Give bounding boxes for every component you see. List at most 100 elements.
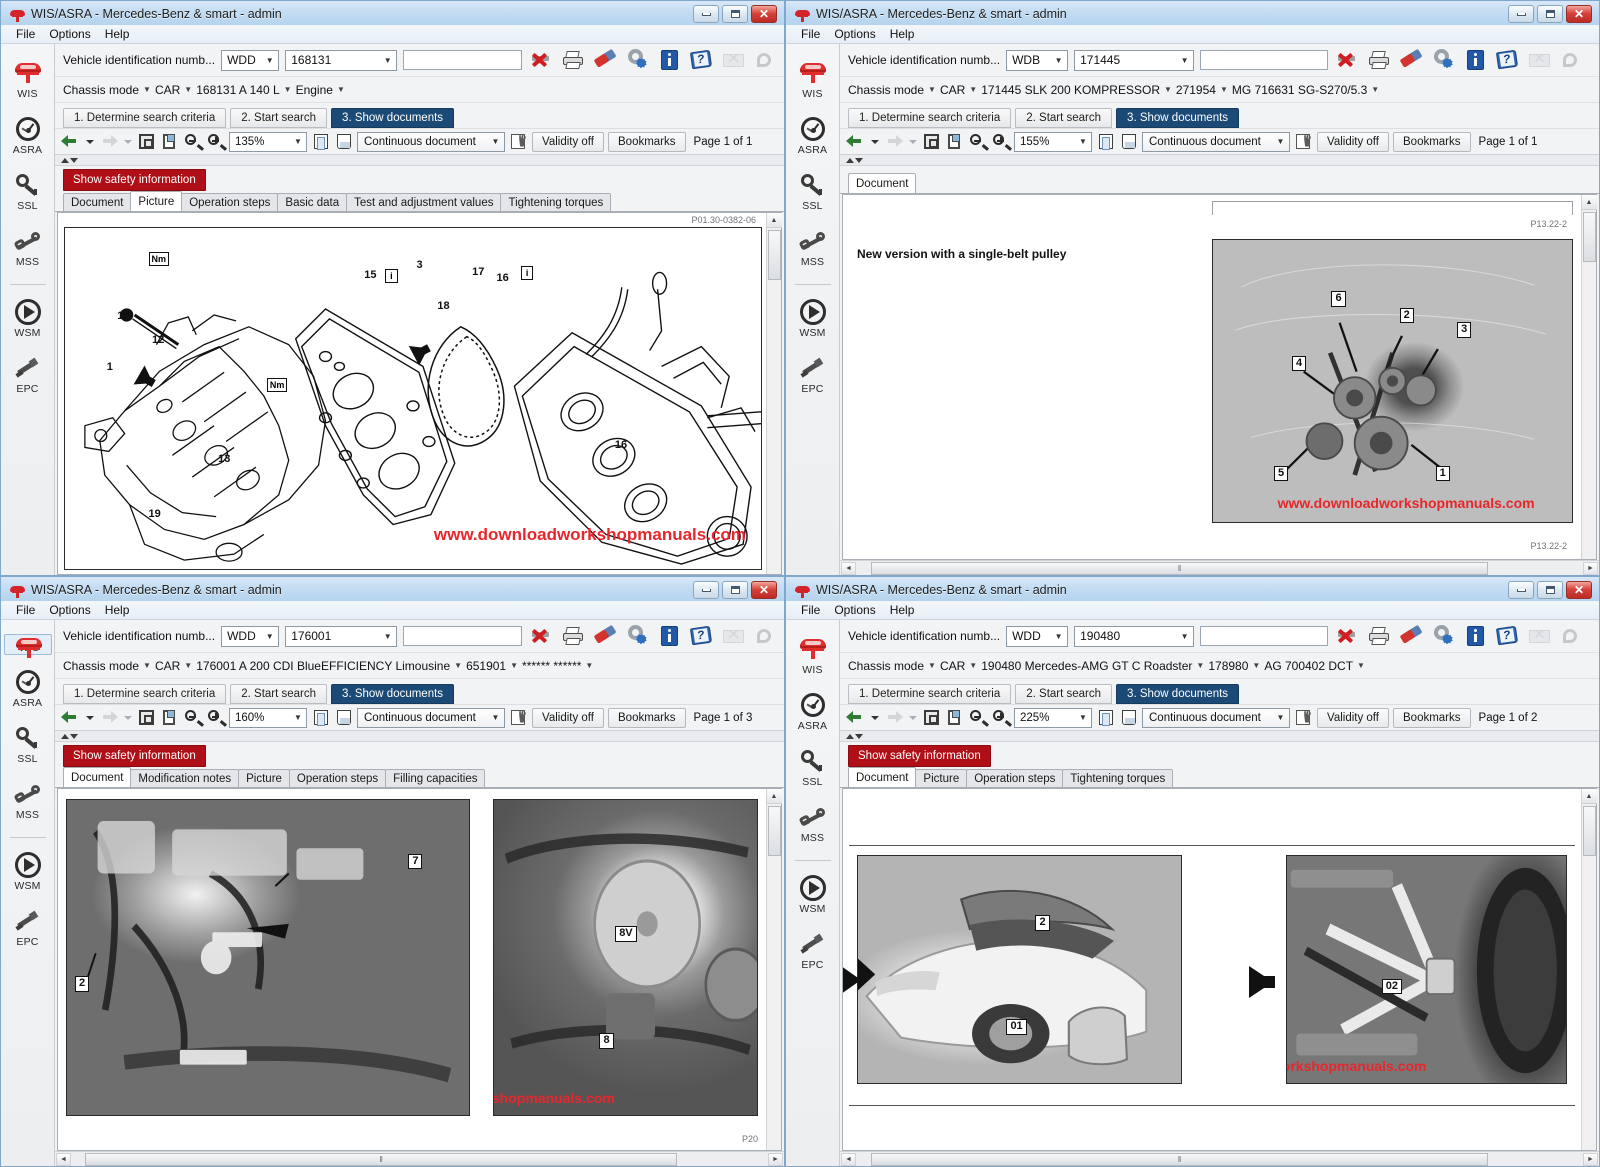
tab-operation-steps[interactable]: Operation steps [966,769,1064,787]
maximize-button[interactable] [1537,581,1563,599]
menu-file[interactable]: File [9,602,42,618]
single-page-icon[interactable] [1096,708,1115,727]
step-determine-search-criteria[interactable]: 1. Determine search criteria [63,684,227,704]
help-icon[interactable]: ? [688,47,714,73]
document-canvas-3[interactable]: 2 7 8V 8 kshopmanuals.com P20 [58,789,766,1150]
tab-picture[interactable]: Picture [915,769,968,787]
scroll-thumb[interactable] [1582,212,1596,262]
validity-button[interactable]: Validity off [1317,131,1389,152]
minimize-button[interactable] [693,5,719,23]
back-arrow-icon[interactable] [846,708,865,727]
misc-icon[interactable] [752,47,778,73]
bookmarks-button[interactable]: Bookmarks [608,131,686,152]
horizontal-scrollbar-4[interactable]: ◄ ‖ ► [840,1151,1599,1166]
eraser-icon[interactable] [592,47,618,73]
sidebar-item-wsm[interactable]: WSM [4,297,52,341]
vin-prefix-select[interactable]: WDD ▼ [1006,625,1069,647]
scroll-left-button[interactable]: ◄ [841,561,856,575]
vertical-scrollbar-2[interactable]: ▲ [1581,195,1597,559]
chassis-mode-select[interactable]: Chassis mode ▼ [848,83,936,97]
search-input[interactable] [403,50,522,70]
sidebar-item-wsm[interactable]: WSM [4,850,52,894]
sort-down-icon[interactable] [70,733,78,739]
sort-strip-2[interactable] [840,155,1599,166]
sort-strip-4[interactable] [840,731,1599,742]
chassis-group-select[interactable]: Engine ▼ [296,83,345,97]
validity-button[interactable]: Validity off [1317,707,1389,728]
sidebar-item-ssl[interactable]: SSL [4,170,52,214]
vin-prefix-select[interactable]: WDB ▼ [1006,49,1069,71]
tab-test-and-adjustment-values[interactable]: Test and adjustment values [346,193,502,211]
sidebar-item-mss[interactable]: MSS [789,802,837,846]
sort-up-icon[interactable] [61,733,69,739]
hand-tool-icon[interactable] [1294,708,1313,727]
sort-up-icon[interactable] [846,157,854,163]
minimize-button[interactable] [693,581,719,599]
document-mode-select[interactable]: Continuous document ▼ [357,131,505,152]
zoom-level-select[interactable]: 135% ▼ [229,131,307,152]
chassis-car-select[interactable]: CAR ▼ [940,659,977,673]
bookmarks-button[interactable]: Bookmarks [1393,131,1471,152]
chassis-mode-select[interactable]: Chassis mode ▼ [848,659,936,673]
close-button[interactable]: ✕ [751,5,777,23]
search-input[interactable] [1200,626,1329,646]
show-safety-information-button[interactable]: Show safety information [63,169,206,191]
info-icon[interactable] [1462,623,1488,649]
sidebar-item-epc[interactable]: EPC [789,929,837,973]
sort-strip-3[interactable] [55,731,784,742]
scroll-up-button[interactable]: ▲ [1581,195,1597,210]
sidebar-item-asra[interactable]: ASRA [789,114,837,158]
validity-button[interactable]: Validity off [532,707,604,728]
hscroll-track[interactable]: ‖ [71,1152,768,1166]
mail-icon[interactable] [1526,47,1552,73]
titlebar-1[interactable]: WIS/ASRA - Mercedes-Benz & smart - admin… [4,3,781,25]
menu-file[interactable]: File [794,26,827,42]
print-icon[interactable] [560,47,586,73]
sort-up-icon[interactable] [846,733,854,739]
hand-tool-icon[interactable] [509,132,528,151]
forward-dropdown-icon[interactable] [907,132,918,151]
sidebar-item-ssl[interactable]: SSL [789,170,837,214]
gear-icon[interactable] [624,623,650,649]
back-arrow-icon[interactable] [61,132,80,151]
delete-icon[interactable] [528,623,554,649]
tab-operation-steps[interactable]: Operation steps [181,193,279,211]
sidebar-item-ssl[interactable]: SSL [789,746,837,790]
close-button[interactable]: ✕ [1566,5,1592,23]
tab-operation-steps[interactable]: Operation steps [288,769,387,787]
forward-dropdown-icon[interactable] [122,132,133,151]
info-icon[interactable] [1462,47,1488,73]
eraser-icon[interactable] [1398,47,1424,73]
step-start-search[interactable]: 2. Start search [230,108,328,128]
step-show-documents[interactable]: 3. Show documents [1116,108,1240,128]
back-arrow-icon[interactable] [61,708,80,727]
rotate-page-icon[interactable] [160,132,179,151]
fit-page-icon[interactable] [922,708,941,727]
print-icon[interactable] [1366,47,1392,73]
sidebar-item-wis[interactable]: WIS [4,58,52,102]
sidebar-item-ssl[interactable]: SSL [4,723,52,767]
search-input[interactable] [1200,50,1329,70]
show-safety-information-button[interactable]: Show safety information [63,745,206,767]
sort-strip-1[interactable] [55,155,784,166]
maximize-button[interactable] [1537,5,1563,23]
zoom-level-select[interactable]: 225% ▼ [1014,707,1092,728]
sort-down-icon[interactable] [855,733,863,739]
sidebar-item-wsm[interactable]: WSM [789,873,837,917]
sort-down-icon[interactable] [855,157,863,163]
gear-icon[interactable] [624,47,650,73]
single-page-icon[interactable] [311,708,330,727]
delete-icon[interactable] [1334,623,1360,649]
tab-picture[interactable]: Picture [130,191,183,211]
forward-dropdown-icon[interactable] [122,708,133,727]
chassis-car-select[interactable]: CAR ▼ [940,83,977,97]
sidebar-item-wis[interactable]: WIS [3,634,52,658]
sidebar-item-asra[interactable]: ASRA [789,690,837,734]
sort-up-icon[interactable] [61,157,69,163]
zoom-out-icon[interactable] [968,708,987,727]
single-page-icon[interactable] [311,132,330,151]
vin-number-select[interactable]: 168131 ▼ [285,49,398,71]
step-determine-search-criteria[interactable]: 1. Determine search criteria [848,108,1012,128]
fit-page-icon[interactable] [137,132,156,151]
bookmarks-button[interactable]: Bookmarks [1393,707,1471,728]
